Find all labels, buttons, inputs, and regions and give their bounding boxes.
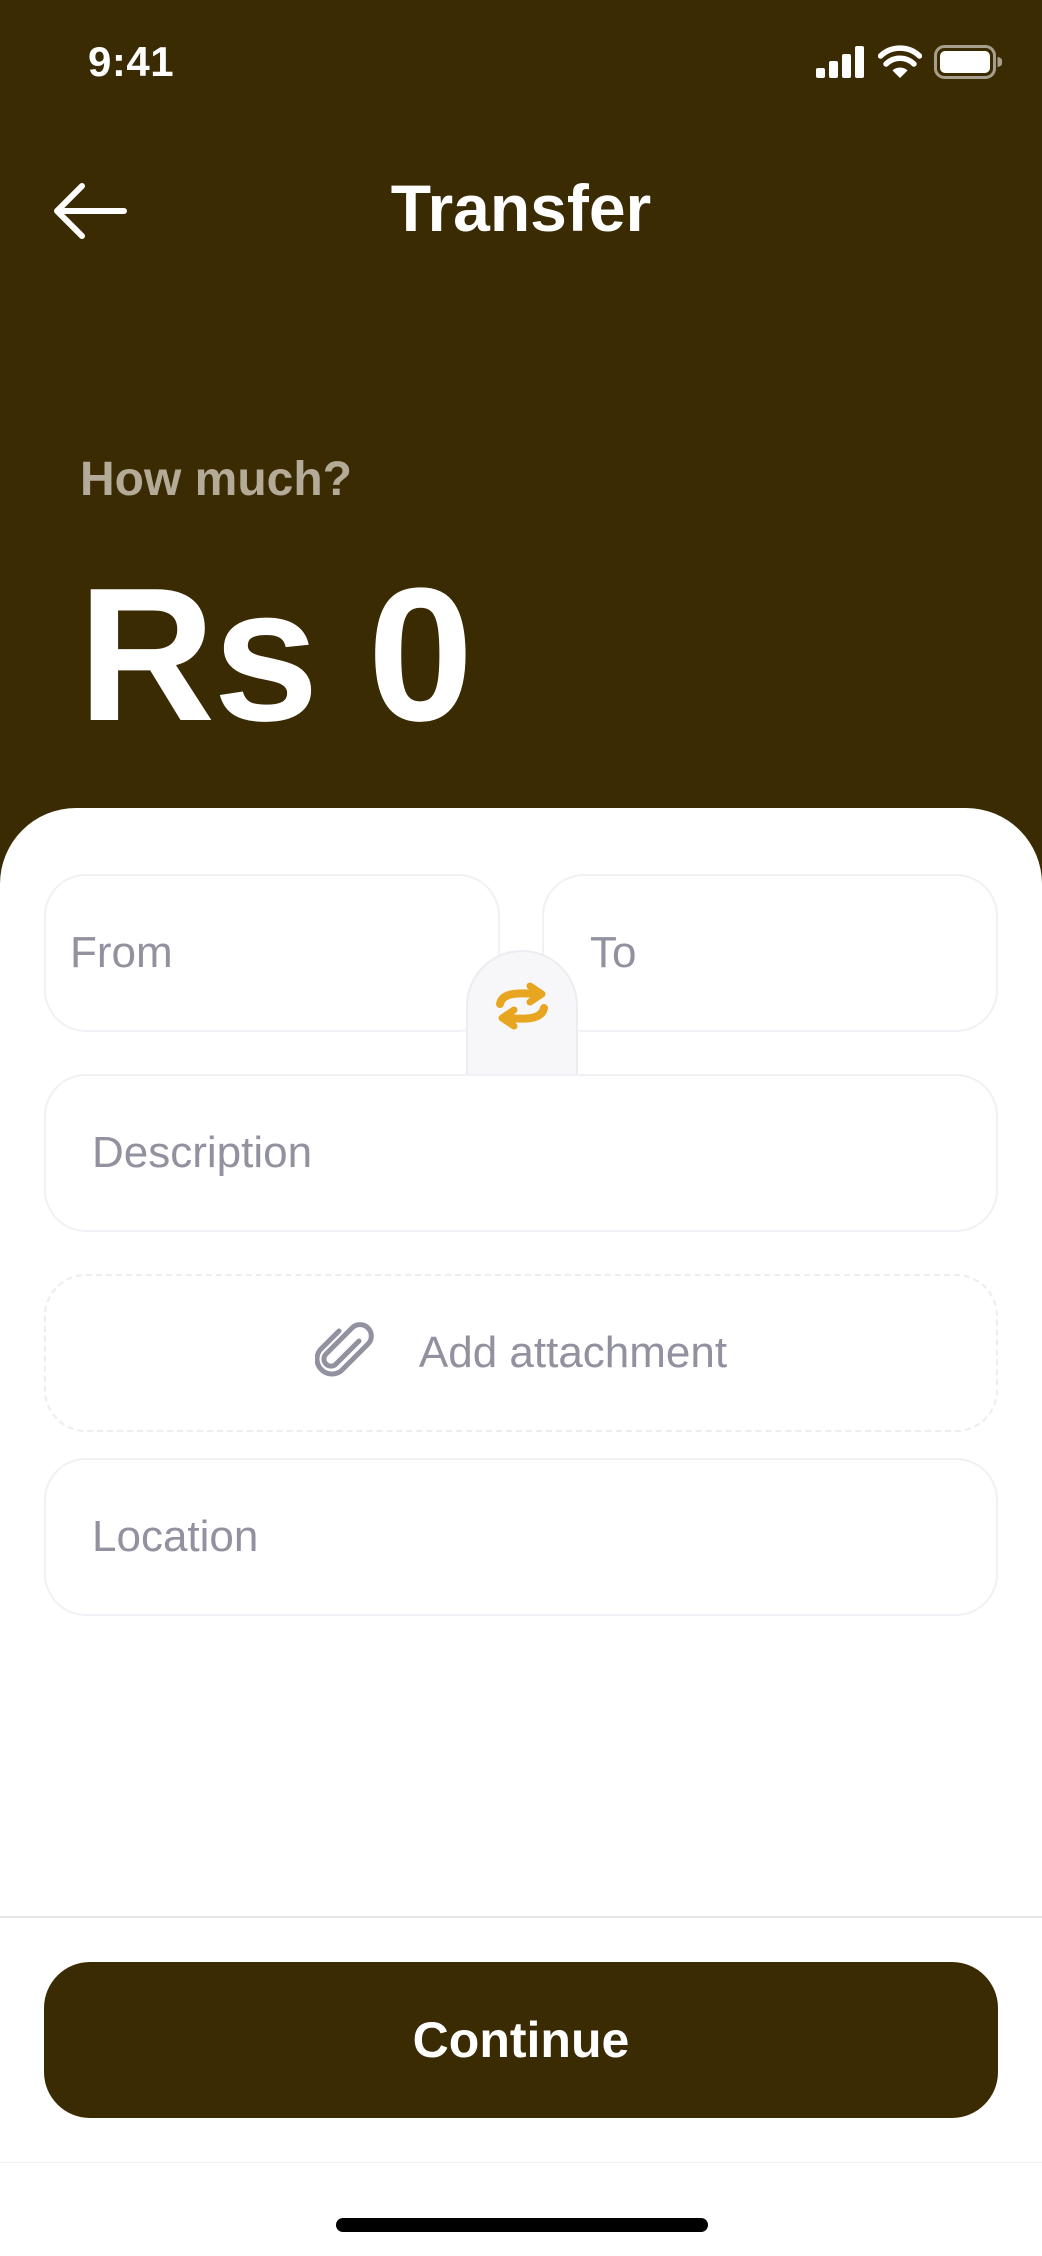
description-placeholder: Description (92, 1128, 313, 1177)
footer-divider (0, 1916, 1042, 1918)
cellular-signal-icon (816, 46, 864, 78)
status-time: 9:41 (88, 38, 175, 85)
description-input[interactable]: Description (44, 1074, 998, 1232)
add-attachment-button[interactable]: Add attachment (44, 1274, 998, 1432)
swap-arrows-icon (496, 982, 548, 1030)
status-icons (816, 44, 1002, 80)
page-title: Transfer (390, 171, 652, 245)
home-indicator[interactable] (336, 2218, 708, 2232)
wifi-icon (878, 45, 922, 78)
home-indicator-area (0, 2162, 1042, 2256)
to-account-select[interactable]: To (542, 874, 998, 1032)
location-input[interactable]: Location (44, 1458, 998, 1616)
paperclip-icon (314, 1322, 374, 1377)
amount-input[interactable]: Rs 0 (78, 560, 473, 750)
to-placeholder: To (590, 928, 637, 977)
amount-label: How much? (80, 453, 352, 506)
location-placeholder: Location (92, 1512, 259, 1561)
from-account-select[interactable]: From (44, 874, 500, 1032)
continue-button[interactable]: Continue (44, 1962, 998, 2118)
from-placeholder: From (70, 928, 173, 977)
attachment-label: Add attachment (418, 1328, 728, 1377)
battery-icon (934, 45, 1002, 79)
transfer-screen: 9:41 Transfer How much? Rs 0 From To Des… (0, 0, 1042, 2256)
